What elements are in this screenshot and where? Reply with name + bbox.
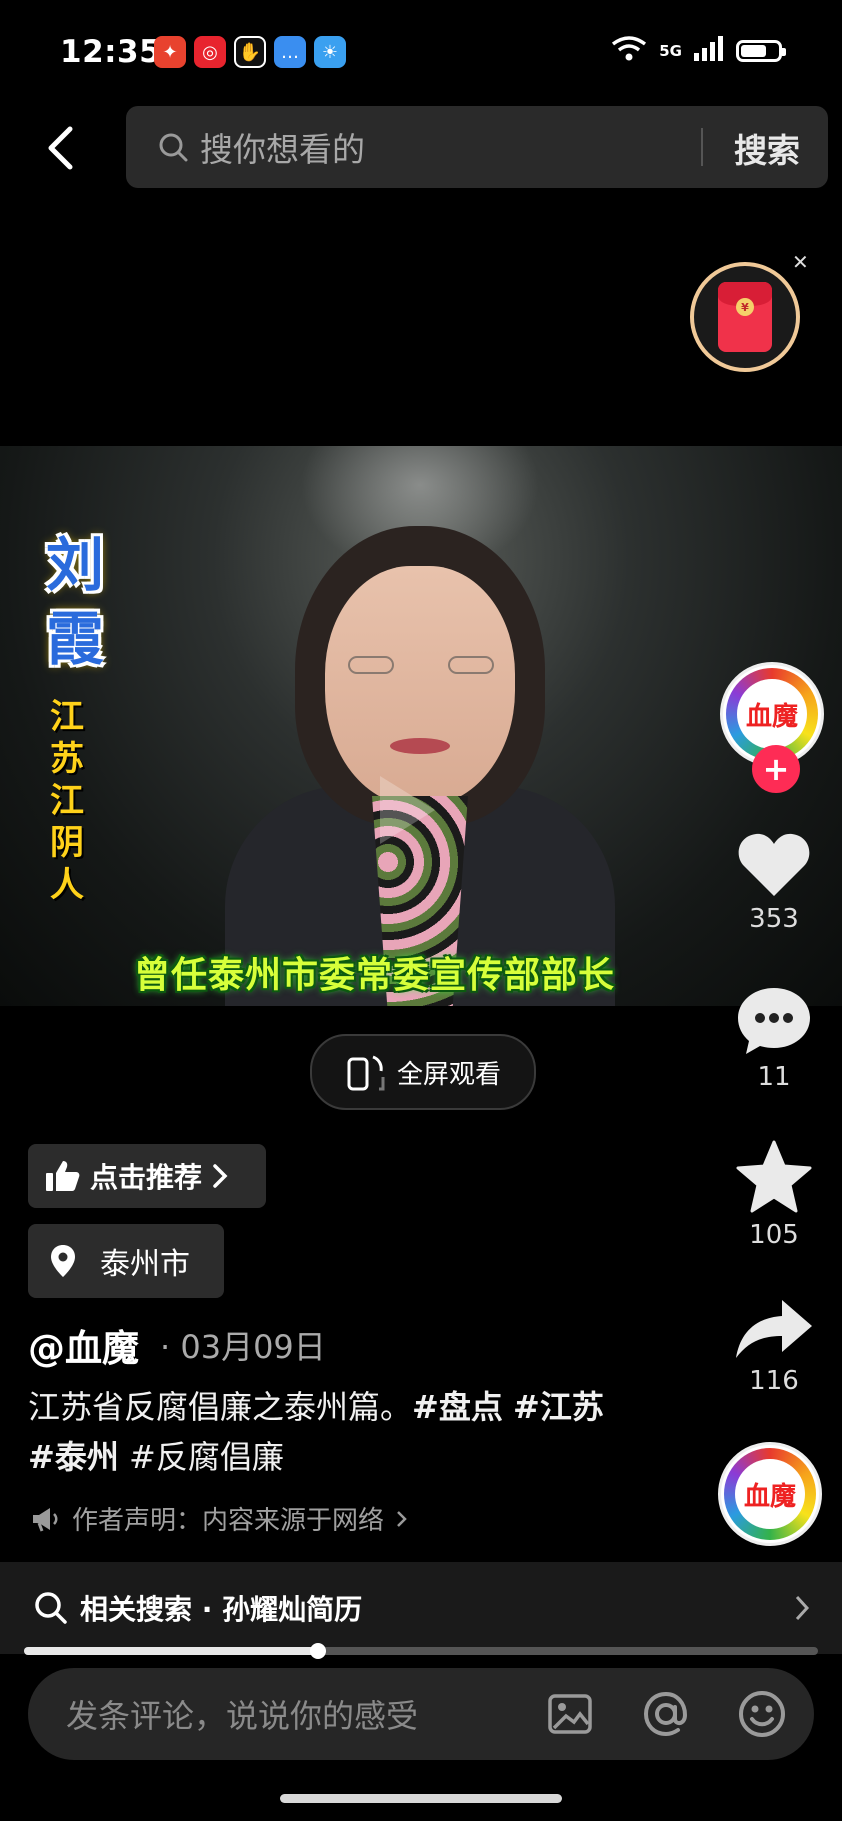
search-icon — [34, 1591, 68, 1625]
chevron-right-icon — [397, 1510, 407, 1527]
location-label: 泰州市 — [100, 1247, 190, 1282]
search-bar[interactable]: 搜你想看的 搜索 — [126, 106, 828, 188]
related-search-label: 相关搜索 · 孙耀灿简历 — [80, 1593, 363, 1626]
share-button[interactable]: 116 — [730, 1298, 818, 1396]
video-caption: 曾任泰州市委常委宣传部部长 — [134, 955, 616, 996]
hashtag[interactable]: #泰州 — [28, 1438, 119, 1476]
megaphone-icon — [33, 1507, 58, 1532]
author-name[interactable]: @血魔 — [28, 1318, 139, 1372]
share-count: 116 — [749, 1366, 799, 1396]
image-icon[interactable] — [540, 1684, 600, 1744]
battery-icon — [736, 40, 786, 62]
recommend-button[interactable]: 点击推荐 — [28, 1144, 266, 1208]
app-notification-icon: ✦ — [154, 36, 186, 68]
chevron-left-icon — [48, 126, 73, 170]
video-player[interactable]: 刘霞 江苏江阴人 曾任泰州市委常委宣传部部长 — [0, 446, 842, 1006]
post-date: · 03月09日 — [160, 1328, 326, 1366]
follow-button[interactable]: + — [752, 745, 800, 793]
recommend-label: 点击推荐 — [90, 1161, 203, 1194]
status-indicators: 5G — [609, 34, 786, 68]
music-disc[interactable]: 血魔 — [718, 1442, 822, 1546]
favorite-count: 105 — [749, 1220, 799, 1250]
chevron-right-icon — [794, 1594, 810, 1622]
video-name-overlay: 刘霞 — [45, 531, 104, 673]
fullscreen-button[interactable]: 全屏观看 — [310, 1034, 536, 1110]
signal-icon — [692, 35, 726, 67]
chevron-right-icon — [213, 1164, 228, 1188]
progress-handle[interactable] — [309, 1643, 326, 1659]
hand-icon: ✋ — [234, 36, 266, 68]
author-statement[interactable]: 作者声明：内容来源于网络 — [30, 1500, 408, 1537]
heart-icon — [738, 833, 810, 896]
hashtag[interactable]: #江苏 — [513, 1388, 604, 1426]
comment-count: 11 — [757, 1062, 791, 1092]
red-envelope-icon: ¥ — [718, 282, 772, 352]
favorite-button[interactable]: 105 — [730, 1140, 818, 1250]
status-time: 12:35 — [60, 34, 162, 70]
location-tag[interactable]: 泰州市 — [28, 1224, 224, 1298]
like-button[interactable]: 353 — [730, 830, 818, 934]
status-app-icons: ✦ ◎ ✋ … ☀ — [154, 36, 346, 68]
search-divider — [701, 128, 703, 166]
network-type: 5G — [659, 42, 682, 60]
emoji-icon[interactable] — [732, 1684, 792, 1744]
like-count: 353 — [749, 904, 799, 934]
wifi-icon — [609, 34, 649, 68]
video-origin-overlay: 江苏江阴人 — [50, 697, 84, 905]
comment-icon — [738, 988, 810, 1054]
back-button[interactable] — [38, 118, 82, 178]
location-pin-icon — [51, 1245, 75, 1277]
comment-input-bar[interactable]: 发条评论，说说你的感受 — [28, 1668, 814, 1760]
thumbs-up-icon — [46, 1161, 80, 1191]
video-progress-bar[interactable] — [24, 1643, 818, 1659]
search-input[interactable]: 搜你想看的 — [200, 123, 365, 171]
comment-input[interactable]: 发条评论，说说你的感受 — [66, 1691, 540, 1737]
home-indicator[interactable] — [280, 1794, 562, 1803]
red-packet-button[interactable]: ¥ — [690, 262, 800, 372]
weather-icon: ☀ — [314, 36, 346, 68]
post-description: 江苏省反腐倡廉之泰州篇。#盘点 #江苏 #泰州 #反腐倡廉 — [28, 1388, 604, 1476]
statement-text: 作者声明：内容来源于网络 — [72, 1506, 385, 1536]
fullscreen-label: 全屏观看 — [396, 1059, 501, 1090]
related-search-bar[interactable]: 相关搜索 · 孙耀灿简历 — [0, 1562, 842, 1654]
app-notification-icon: ◎ — [194, 36, 226, 68]
message-icon: … — [274, 36, 306, 68]
hashtag[interactable]: #盘点 — [412, 1388, 503, 1426]
mention-icon[interactable] — [636, 1684, 696, 1744]
search-icon — [158, 132, 188, 162]
play-icon — [380, 776, 435, 844]
share-icon — [736, 1300, 812, 1358]
hashtag[interactable]: #反腐倡廉 — [129, 1438, 284, 1476]
close-icon[interactable]: ✕ — [792, 250, 809, 274]
star-icon — [736, 1140, 812, 1213]
rotate-screen-icon — [347, 1055, 385, 1091]
comment-button[interactable]: 11 — [730, 986, 818, 1092]
search-button[interactable]: 搜索 — [734, 124, 800, 172]
